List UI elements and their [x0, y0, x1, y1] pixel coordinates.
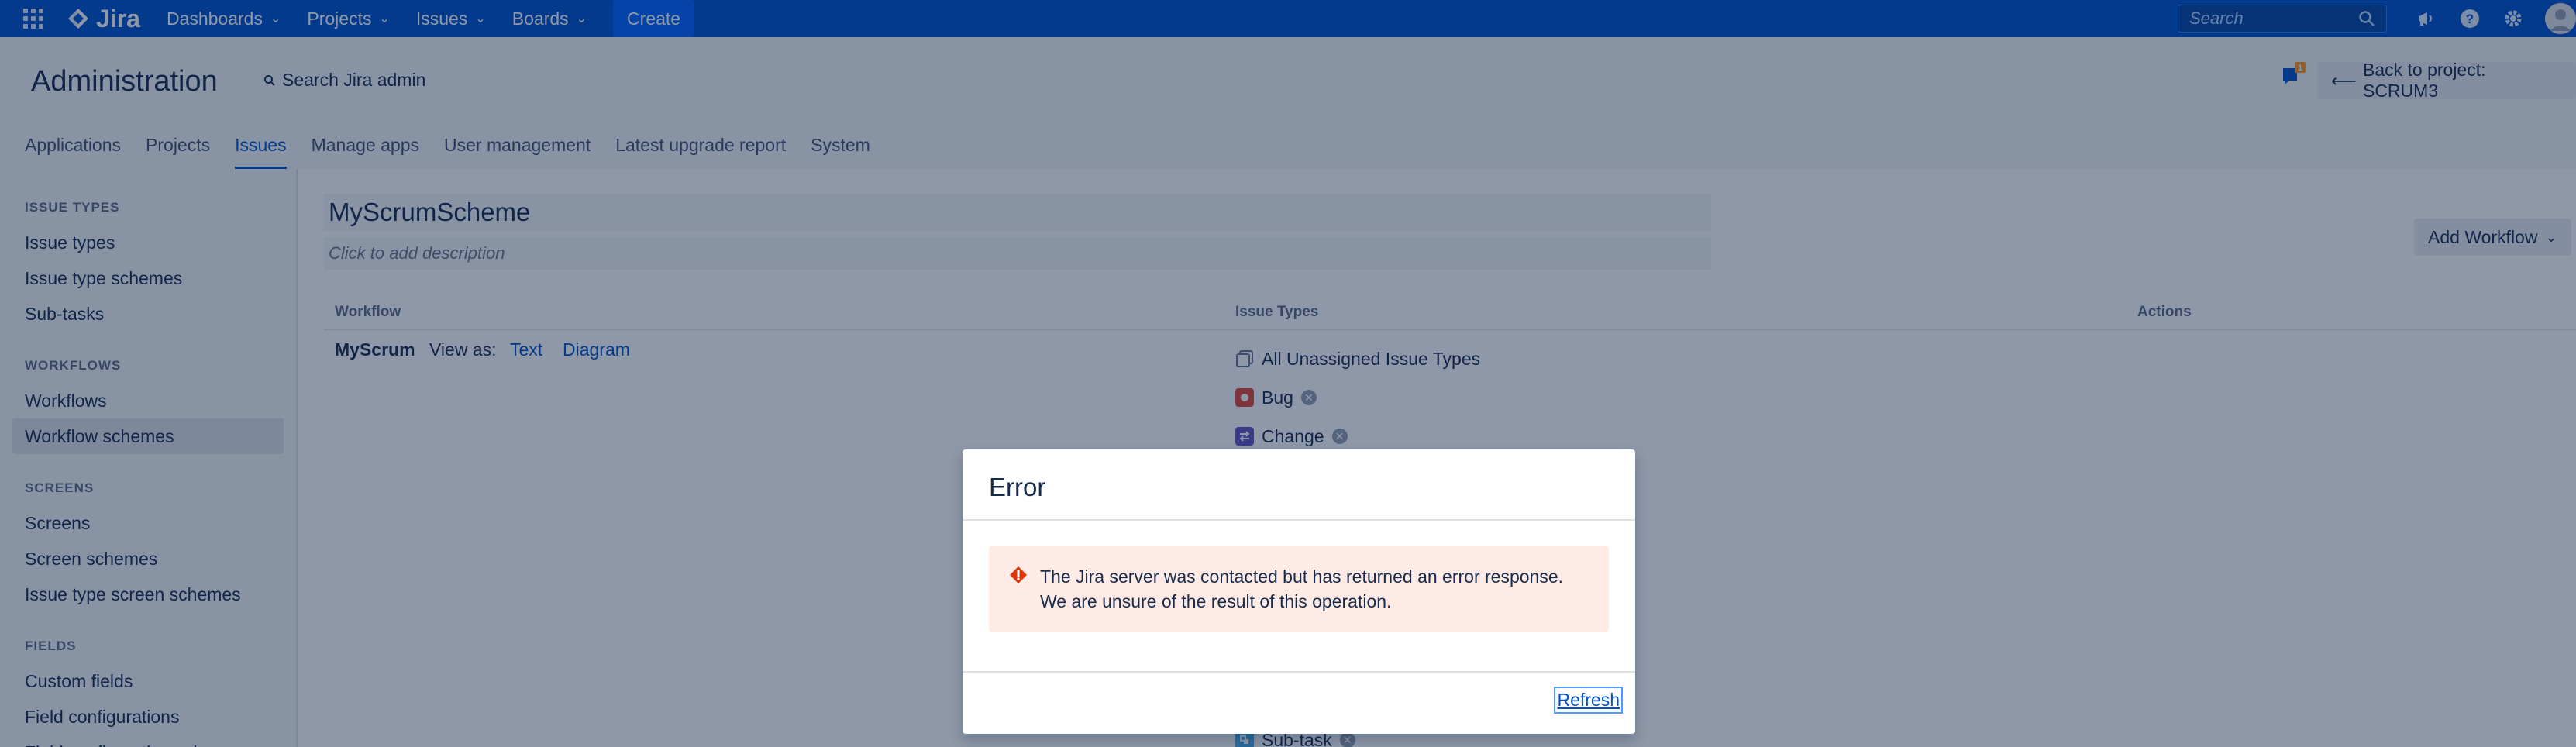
error-dialog: Error The Jira server was contacted but …: [963, 449, 1635, 734]
refresh-button[interactable]: Refresh: [1554, 687, 1623, 714]
error-icon: [1010, 566, 1027, 583]
dialog-divider: [963, 519, 1635, 521]
dialog-title: Error: [989, 473, 1046, 501]
error-message: The Jira server was contacted but has re…: [989, 546, 1609, 632]
dialog-divider: [963, 671, 1635, 673]
error-message-line-1: The Jira server was contacted but has re…: [1040, 566, 1564, 587]
error-message-line-2: We are unsure of the result of this oper…: [1040, 591, 1392, 611]
